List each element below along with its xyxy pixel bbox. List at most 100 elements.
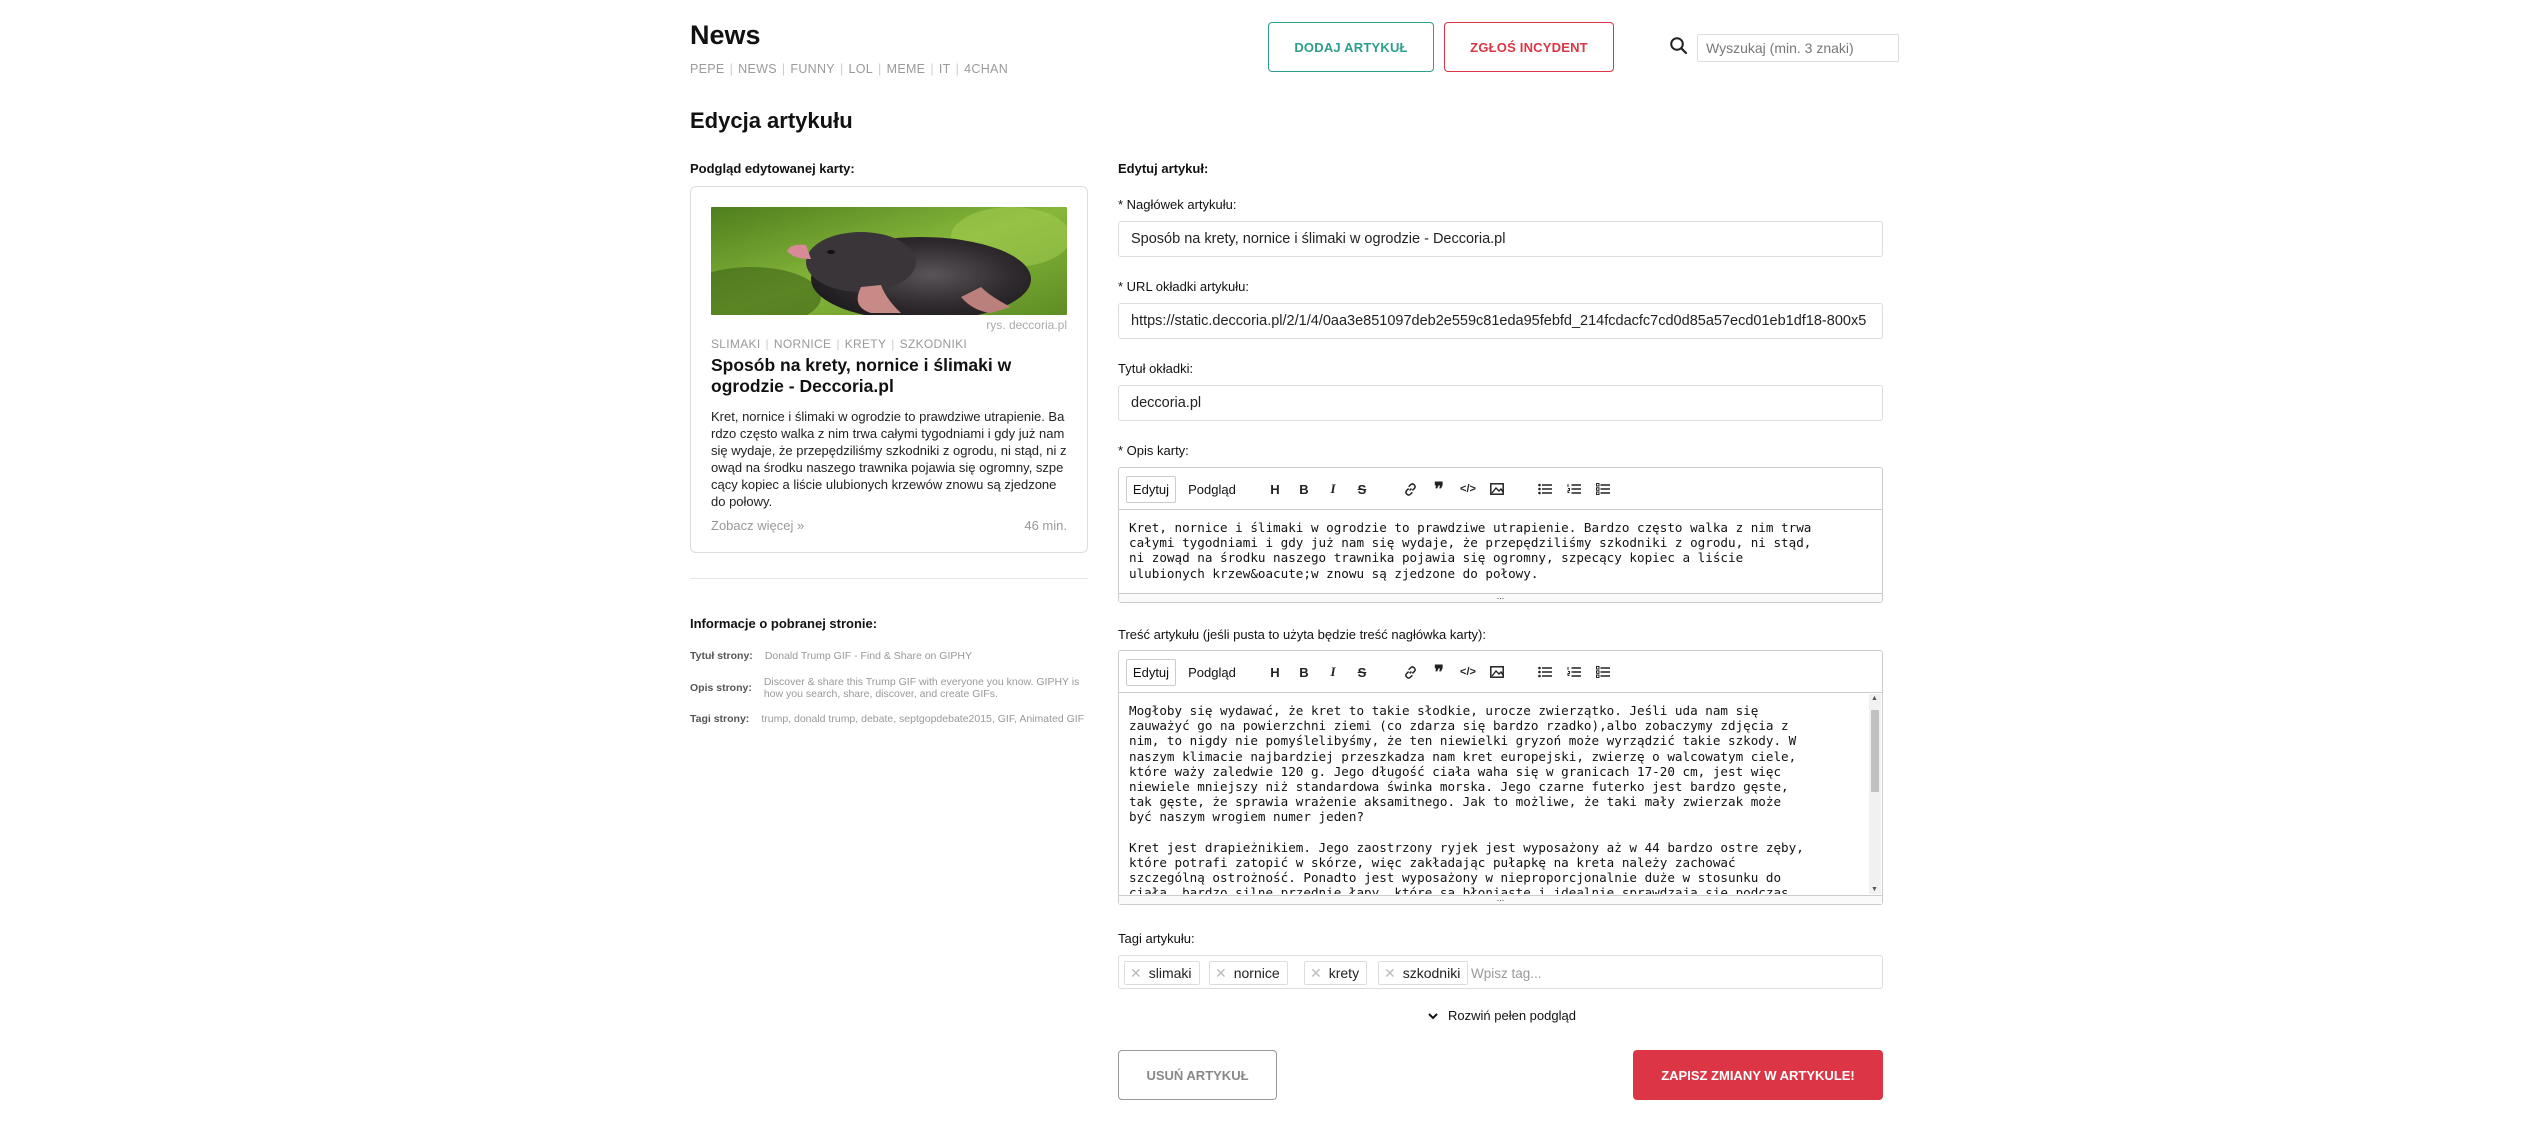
report-incident-button[interactable]: ZGŁOŚ INCYDENT bbox=[1444, 22, 1614, 72]
article-content-textarea[interactable]: Mogłoby się wydawać, że kret to takie sł… bbox=[1119, 693, 1868, 894]
scroll-down-icon[interactable]: ▼ bbox=[1871, 886, 1878, 893]
nav-separator: | bbox=[839, 62, 844, 76]
nav-item-pepe[interactable]: PEPE bbox=[690, 62, 725, 76]
card-title[interactable]: Sposób na krety, nornice i ślimaki w ogr… bbox=[711, 355, 1067, 397]
tag-input[interactable] bbox=[1471, 961, 1771, 985]
tab-edit[interactable]: Edytuj bbox=[1126, 476, 1176, 503]
tag-chip: ✕ nornice bbox=[1209, 961, 1288, 985]
remove-tag-icon[interactable]: ✕ bbox=[1215, 965, 1227, 982]
quote-icon[interactable]: ❞ bbox=[1431, 662, 1447, 682]
card-tag[interactable]: NORNICE bbox=[774, 337, 831, 351]
resize-handle[interactable]: ... bbox=[1119, 894, 1882, 904]
tag-chip: ✕ slimaki bbox=[1124, 961, 1200, 985]
nav-item-news[interactable]: NEWS bbox=[738, 62, 777, 76]
tab-preview[interactable]: Podgląd bbox=[1182, 659, 1242, 686]
editor-toolbar: Edytuj Podgląd H B I S ❞ </> bbox=[1119, 651, 1882, 693]
content-scrollbar[interactable]: ▲ ▼ bbox=[1869, 694, 1881, 894]
scroll-thumb[interactable] bbox=[1871, 710, 1879, 792]
cover-url-input[interactable] bbox=[1118, 303, 1883, 339]
numbered-list-icon[interactable] bbox=[1566, 481, 1582, 497]
tab-preview[interactable]: Podgląd bbox=[1182, 476, 1242, 503]
page-title: Edycja artykułu bbox=[690, 108, 853, 133]
bulleted-list-icon[interactable] bbox=[1537, 664, 1553, 680]
expand-preview-toggle[interactable]: Rozwiń pełen podgląd bbox=[1426, 1008, 1576, 1023]
cover-title-label: Tytuł okładki: bbox=[1118, 361, 1194, 376]
tags-input-box[interactable]: ✕ slimaki ✕ nornice ✕ krety ✕ szkodniki bbox=[1118, 955, 1883, 989]
chevron-down-icon bbox=[1428, 1012, 1438, 1019]
card-tag[interactable]: KRETY bbox=[845, 337, 887, 351]
search-input[interactable] bbox=[1697, 34, 1899, 62]
nav-separator: | bbox=[955, 62, 960, 76]
nav-item-it[interactable]: IT bbox=[939, 62, 951, 76]
card-description-textarea[interactable]: Kret, nornice i ślimaki w ogrodzie to pr… bbox=[1119, 510, 1882, 593]
bold-icon[interactable]: B bbox=[1296, 664, 1312, 680]
article-tags-label: Tagi artykułu: bbox=[1118, 931, 1195, 946]
card-tags: SLIMAKI | NORNICE | KRETY | SZKODNIKI bbox=[711, 337, 967, 351]
italic-icon[interactable]: I bbox=[1325, 481, 1341, 497]
scroll-up-icon[interactable]: ▲ bbox=[1871, 695, 1878, 702]
numbered-list-icon[interactable] bbox=[1566, 664, 1582, 680]
card-tag[interactable]: SLIMAKI bbox=[711, 337, 760, 351]
code-icon[interactable]: </> bbox=[1460, 664, 1476, 680]
card-tag[interactable]: SZKODNIKI bbox=[900, 337, 967, 351]
tag-chip: ✕ krety bbox=[1304, 961, 1368, 985]
remove-tag-icon[interactable]: ✕ bbox=[1310, 965, 1322, 982]
delete-article-button[interactable]: USUŃ ARTYKUŁ bbox=[1118, 1050, 1277, 1100]
headline-label: * Nagłówek artykułu: bbox=[1118, 197, 1237, 212]
edit-section-label: Edytuj artykuł: bbox=[1118, 161, 1209, 176]
search-icon[interactable] bbox=[1669, 36, 1689, 56]
tag-chip: ✕ szkodniki bbox=[1378, 961, 1469, 985]
card-description-label: * Opis karty: bbox=[1118, 443, 1189, 458]
image-credit: rys. deccoria.pl bbox=[986, 318, 1067, 332]
remove-tag-icon[interactable]: ✕ bbox=[1130, 965, 1142, 982]
nav-separator: | bbox=[930, 62, 934, 76]
strikethrough-icon[interactable]: S bbox=[1354, 664, 1370, 680]
nav-separator: | bbox=[781, 62, 786, 76]
strikethrough-icon[interactable]: S bbox=[1354, 481, 1370, 497]
page-info-tags-value: trump, donald trump, debate, septgopdeba… bbox=[761, 713, 1085, 725]
nav-item-lol[interactable]: LOL bbox=[849, 62, 874, 76]
tab-edit[interactable]: Edytuj bbox=[1126, 659, 1176, 686]
cover-title-input[interactable] bbox=[1118, 385, 1883, 421]
heading-icon[interactable]: H bbox=[1267, 481, 1283, 497]
resize-handle[interactable]: ... bbox=[1119, 592, 1882, 602]
link-icon[interactable] bbox=[1402, 664, 1418, 680]
quote-icon[interactable]: ❞ bbox=[1431, 479, 1447, 499]
add-article-button[interactable]: DODAJ ARTYKUŁ bbox=[1268, 22, 1434, 72]
image-icon[interactable] bbox=[1489, 664, 1505, 680]
tag-separator: | bbox=[765, 337, 769, 351]
task-list-icon[interactable] bbox=[1595, 481, 1611, 497]
expand-preview-label: Rozwiń pełen podgląd bbox=[1448, 1008, 1576, 1023]
task-list-icon[interactable] bbox=[1595, 664, 1611, 680]
nav-item-4chan[interactable]: 4CHAN bbox=[964, 62, 1008, 76]
category-nav: PEPE | NEWS | FUNNY | LOL | MEME | IT | 4CHAN bbox=[690, 62, 1008, 76]
site-title[interactable]: News bbox=[690, 20, 761, 51]
bulleted-list-icon[interactable] bbox=[1537, 481, 1553, 497]
card-description-editor: Edytuj Podgląd H B I S ❞ </> Kret, norni… bbox=[1118, 467, 1883, 603]
see-more-link[interactable]: Zobacz więcej » bbox=[711, 518, 804, 533]
page-info-tags-row: Tagi strony: trump, donald trump, debate… bbox=[690, 713, 1110, 725]
link-icon[interactable] bbox=[1402, 481, 1418, 497]
card-cover-image[interactable] bbox=[711, 207, 1067, 315]
code-icon[interactable]: </> bbox=[1460, 481, 1476, 497]
image-icon[interactable] bbox=[1489, 481, 1505, 497]
headline-input[interactable] bbox=[1118, 221, 1883, 257]
bold-icon[interactable]: B bbox=[1296, 481, 1312, 497]
italic-icon[interactable]: I bbox=[1325, 664, 1341, 680]
article-content-editor: Edytuj Podgląd H B I S ❞ </> Mogłoby się… bbox=[1118, 650, 1883, 905]
article-preview-card: rys. deccoria.pl SLIMAKI | NORNICE | KRETY | S… bbox=[690, 186, 1088, 553]
page-info-section-label: Informacje o pobranej stronie: bbox=[690, 616, 878, 631]
nav-item-funny[interactable]: FUNNY bbox=[790, 62, 835, 76]
save-article-button[interactable]: ZAPISZ ZMIANY W ARTYKULE! bbox=[1633, 1050, 1883, 1100]
tag-label: szkodniki bbox=[1402, 965, 1461, 981]
page-info-tags-key: Tagi strony: bbox=[690, 713, 750, 725]
read-time: 46 min. bbox=[1024, 518, 1067, 533]
divider bbox=[690, 578, 1088, 579]
page-info-desc-value: Discover & share this Trump GIF with eve… bbox=[763, 676, 1080, 700]
nav-separator: | bbox=[878, 62, 882, 76]
nav-item-meme[interactable]: MEME bbox=[887, 62, 926, 76]
page-info-title-key: Tytuł strony: bbox=[690, 650, 753, 662]
remove-tag-icon[interactable]: ✕ bbox=[1384, 965, 1396, 982]
content-label: Treść artykułu (jeśli pusta to użyta będ… bbox=[1118, 627, 1486, 642]
heading-icon[interactable]: H bbox=[1267, 664, 1283, 680]
